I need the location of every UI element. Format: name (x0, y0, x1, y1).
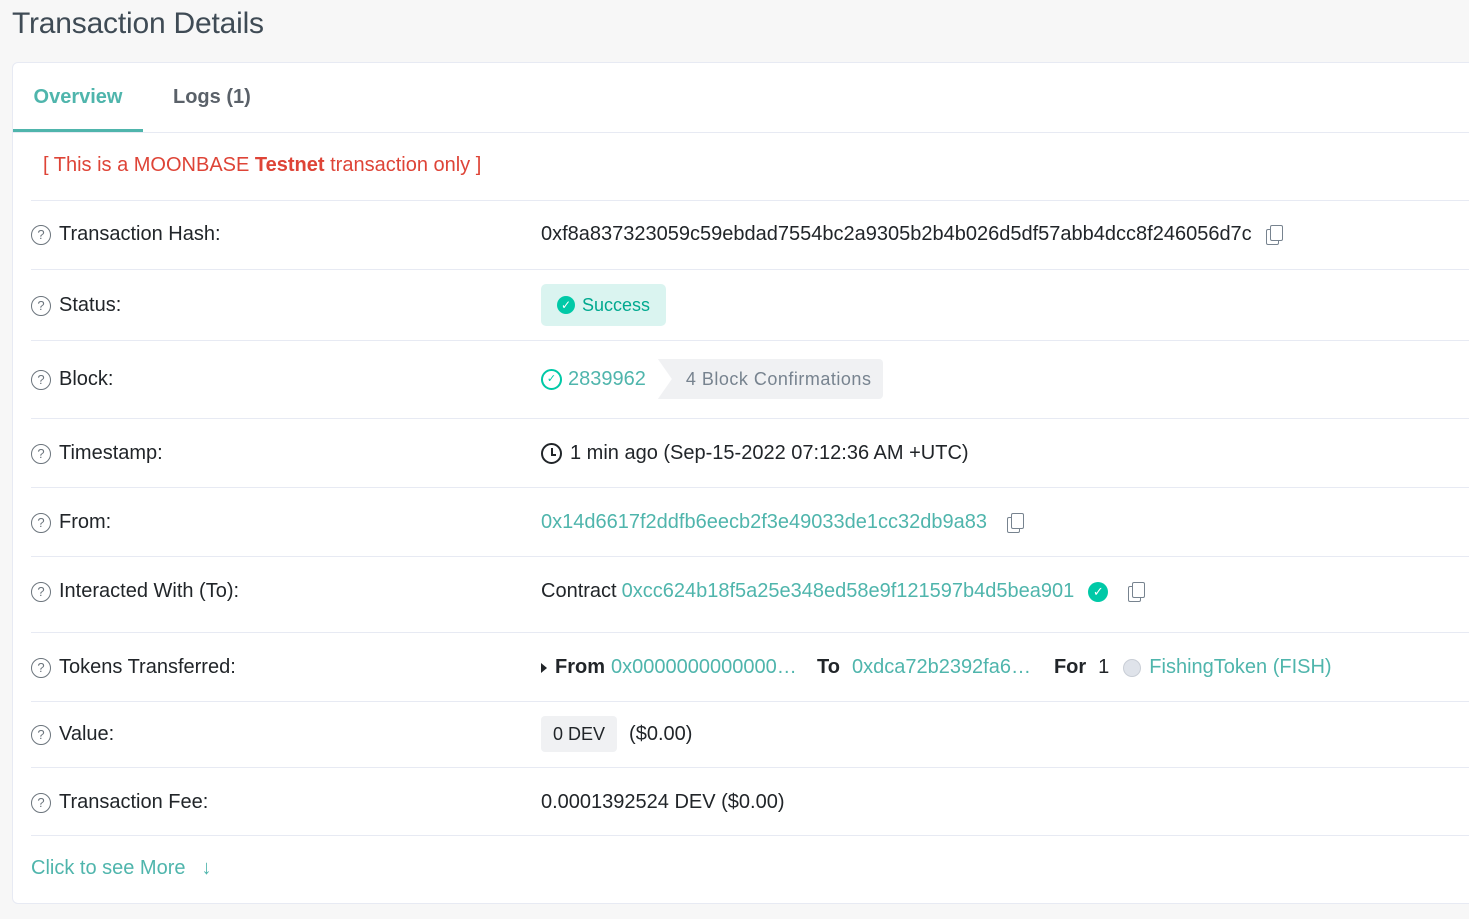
help-icon[interactable]: ? (31, 443, 51, 464)
contract-prefix: Contract (541, 580, 617, 602)
tab-bar: Overview Logs (1) (13, 63, 1469, 133)
label-block: ? Block: (31, 368, 113, 391)
see-more-label: Click to see More (31, 857, 186, 879)
row-from: ? From: 0x14d6617f2ddfb6eecb2f3e49033de1… (31, 487, 1469, 556)
check-circle-icon: ✓ (541, 368, 562, 390)
token-name-link[interactable]: FishingToken (FISH) (1149, 656, 1331, 679)
token-from-label: From (555, 656, 605, 678)
block-number-link[interactable]: 2839962 (568, 368, 646, 391)
timestamp-text: 1 min ago (Sep-15-2022 07:12:36 AM +UTC) (570, 442, 969, 464)
token-amount: 1 (1098, 656, 1110, 678)
transaction-hash-text: 0xf8a837323059c59ebdad7554bc2a9305b2b4b0… (541, 223, 1252, 245)
label-from: ? From: (31, 511, 111, 534)
from-address-link[interactable]: 0x14d6617f2ddfb6eecb2f3e49033de1cc32db9a… (541, 511, 987, 534)
value-from: 0x14d6617f2ddfb6eecb2f3e49033de1cc32db9a… (541, 511, 1024, 534)
row-transaction-hash: ? Transaction Hash: 0xf8a837323059c59ebd… (31, 200, 1469, 269)
value-status: ✓ Success (541, 284, 667, 326)
help-icon[interactable]: ? (31, 224, 51, 245)
row-tokens-transferred: ? Tokens Transferred: From 0x00000000000… (31, 632, 1469, 701)
help-icon[interactable]: ? (31, 657, 51, 678)
label-text: Value: (59, 723, 115, 745)
see-more-link[interactable]: Click to see More ↓ (31, 857, 212, 880)
help-icon[interactable]: ? (31, 512, 51, 533)
value-timestamp: 1 min ago (Sep-15-2022 07:12:36 AM +UTC) (541, 442, 969, 465)
label-text: Timestamp: (59, 442, 163, 464)
detail-rows: ? Transaction Hash: 0xf8a837323059c59ebd… (31, 200, 1469, 836)
row-block: ? Block: ✓ 2839962 4 Block Confirmations (31, 340, 1469, 418)
row-value: ? Value: 0 DEV ($0.00) (31, 701, 1469, 767)
row-timestamp: ? Timestamp: 1 min ago (Sep-15-2022 07:1… (31, 418, 1469, 487)
label-text: Tokens Transferred: (59, 656, 236, 678)
help-icon[interactable]: ? (31, 724, 51, 745)
value-block: ✓ 2839962 4 Block Confirmations (541, 359, 884, 399)
value-value: 0 DEV ($0.00) (541, 716, 692, 752)
row-interacted-with: ? Interacted With (To): Contract 0xcc624… (31, 556, 1469, 632)
value-transaction-hash: 0xf8a837323059c59ebdad7554bc2a9305b2b4b0… (541, 223, 1283, 246)
status-text: Success (582, 294, 651, 315)
copy-icon[interactable] (1265, 225, 1283, 245)
token-from-address-link[interactable]: 0x00000000000000000000000000000000000000… (611, 656, 807, 679)
help-icon[interactable]: ? (31, 581, 51, 602)
label-text: Block: (59, 368, 114, 390)
verified-check-icon: ✓ (1088, 581, 1109, 602)
transaction-fee-text: 0.0001392524 DEV ($0.00) (541, 791, 785, 813)
token-for-label: For (1053, 656, 1087, 678)
notice-suffix: transaction only ] (324, 154, 482, 176)
testnet-notice: [ This is a MOONBASE Testnet transaction… (43, 154, 481, 177)
label-tokens-transferred: ? Tokens Transferred: (31, 656, 236, 679)
row-status: ? Status: ✓ Success (31, 269, 1469, 340)
value-transaction-fee: 0.0001392524 DEV ($0.00) (541, 791, 785, 814)
tab-overview[interactable]: Overview (13, 63, 143, 132)
label-text: Interacted With (To): (59, 580, 240, 602)
copy-icon[interactable] (1006, 513, 1024, 533)
notice-bold: Testnet (254, 154, 325, 176)
token-to-address-link[interactable]: 0xdca72b2392fa6a7ce0fd4b1bd7a1a9f6c3c1e0… (852, 656, 1042, 679)
label-transaction-hash: ? Transaction Hash: (31, 223, 221, 246)
notice-prefix: [ This is a MOONBASE (43, 154, 255, 176)
clock-icon (541, 443, 562, 464)
help-icon[interactable]: ? (31, 295, 51, 316)
tab-logs[interactable]: Logs (1) (173, 63, 257, 132)
check-circle-icon: ✓ (557, 296, 575, 314)
value-interacted-with: Contract 0xcc624b18f5a25e348ed58e9f12159… (541, 580, 1146, 603)
caret-right-icon[interactable] (541, 662, 547, 673)
token-to-label: To (817, 656, 840, 678)
help-icon[interactable]: ? (31, 792, 51, 813)
label-interacted-with: ? Interacted With (To): (31, 580, 239, 603)
value-amount-badge: 0 DEV (541, 716, 618, 752)
contract-address-link[interactable]: 0xcc624b18f5a25e348ed58e9f121597b4d5bea9… (622, 580, 1075, 603)
label-text: Transaction Fee: (59, 791, 209, 813)
status-badge: ✓ Success (541, 284, 667, 326)
row-transaction-fee: ? Transaction Fee: 0.0001392524 DEV ($0.… (31, 767, 1469, 836)
label-status: ? Status: (31, 294, 121, 317)
label-timestamp: ? Timestamp: (31, 442, 163, 465)
copy-icon[interactable] (1128, 582, 1146, 602)
label-transaction-fee: ? Transaction Fee: (31, 791, 208, 814)
label-text: Status: (59, 294, 122, 316)
label-text: From: (59, 511, 112, 533)
label-text: Transaction Hash: (59, 223, 221, 245)
transaction-card: Overview Logs (1) [ This is a MOONBASE T… (12, 62, 1469, 904)
help-icon[interactable]: ? (31, 369, 51, 390)
label-value: ? Value: (31, 723, 114, 746)
value-tokens-transferred: From 0x000000000000000000000000000000000… (541, 656, 1332, 679)
page-title: Transaction Details (12, 7, 264, 40)
value-usd: ($0.00) (629, 722, 693, 745)
block-confirmations-badge: 4 Block Confirmations (657, 359, 884, 399)
arrow-down-icon: ↓ (201, 857, 212, 879)
token-logo-icon (1123, 658, 1142, 677)
